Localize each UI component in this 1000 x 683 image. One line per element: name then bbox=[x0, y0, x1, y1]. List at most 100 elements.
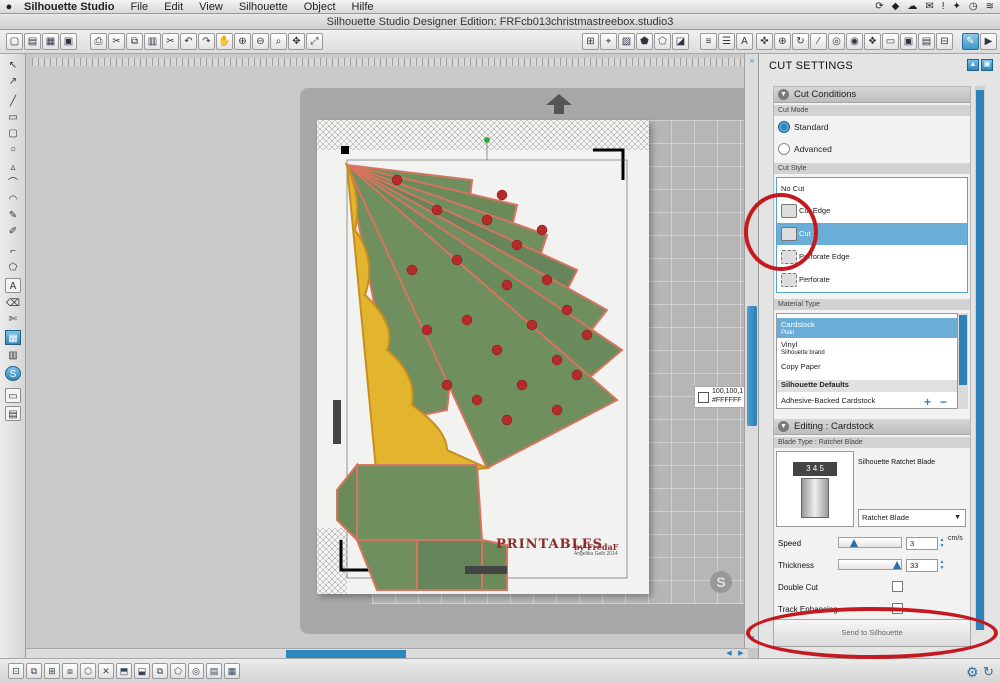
menu-app[interactable]: Silhouette Studio bbox=[16, 1, 122, 13]
menu-file[interactable]: File bbox=[122, 1, 156, 13]
christmas-tree-box-design[interactable] bbox=[317, 120, 649, 594]
smooth-freehand-tool-icon[interactable]: ✐ bbox=[5, 224, 21, 239]
page-setup-icon[interactable]: ▭ bbox=[882, 33, 899, 50]
apple-icon[interactable]: ● bbox=[2, 1, 16, 13]
cut-settings-active-icon[interactable]: ✎ bbox=[962, 33, 979, 50]
pointer-tool-icon[interactable]: ↖ bbox=[5, 58, 21, 73]
wifi-icon[interactable]: ≋ bbox=[986, 1, 994, 12]
pan-hand-icon[interactable]: ✋ bbox=[216, 33, 233, 50]
group-icon[interactable]: ⧉ bbox=[26, 663, 42, 679]
library-view-icon[interactable]: ▥ bbox=[5, 348, 21, 363]
editing-header[interactable]: ▼ Editing : Cardstock bbox=[774, 419, 970, 435]
refresh-icon[interactable]: ↻ bbox=[983, 664, 994, 680]
app-tray-icon[interactable]: ✦ bbox=[952, 1, 960, 12]
zoom-in-icon[interactable]: ⊕ bbox=[234, 33, 251, 50]
cut-icon[interactable]: ▤ bbox=[918, 33, 935, 50]
horizontal-scroll-thumb[interactable] bbox=[286, 650, 406, 658]
material-scroll-thumb[interactable] bbox=[959, 315, 967, 385]
collapse-triangle-icon[interactable]: ▼ bbox=[778, 89, 789, 100]
remove-material-button[interactable]: − bbox=[940, 395, 947, 409]
menu-silhouette[interactable]: Silhouette bbox=[231, 1, 296, 13]
curve-tool-icon[interactable]: ⌒ bbox=[5, 176, 21, 191]
settings-gear-icon[interactable]: ⚙ bbox=[966, 664, 979, 681]
copy-icon[interactable]: ⧉ bbox=[126, 33, 143, 50]
clock-icon[interactable]: ◷ bbox=[969, 1, 978, 12]
material-vinyl[interactable]: Vinyl Silhouette brand bbox=[777, 340, 957, 360]
alert-icon[interactable]: ! bbox=[942, 1, 945, 12]
fill-icon[interactable]: ▧ bbox=[618, 33, 635, 50]
line-style-icon[interactable]: ≡ bbox=[700, 33, 717, 50]
rectangle-tool-icon[interactable]: ▭ bbox=[5, 110, 21, 125]
scroll-left-icon[interactable]: ◀ bbox=[724, 649, 734, 658]
bezier-tool-icon[interactable]: ⌐ bbox=[5, 244, 21, 259]
trace-icon[interactable]: ◉ bbox=[846, 33, 863, 50]
line-color-icon[interactable]: ☰ bbox=[718, 33, 735, 50]
panel-scroll-thumb[interactable] bbox=[976, 90, 984, 630]
advanced-radio[interactable] bbox=[778, 143, 790, 155]
add-material-button[interactable]: + bbox=[924, 395, 931, 409]
cut-style-no-cut[interactable]: No Cut bbox=[777, 178, 967, 200]
speed-slider[interactable] bbox=[838, 537, 902, 548]
polygon-tool-icon[interactable]: ▵ bbox=[5, 160, 21, 175]
thickness-spinner-icon[interactable]: ▲ ▼ bbox=[939, 559, 945, 571]
speed-spinner-icon[interactable]: ▲ ▼ bbox=[939, 537, 945, 549]
ungroup-icon[interactable]: ⊞ bbox=[44, 663, 60, 679]
menu-object[interactable]: Object bbox=[296, 1, 344, 13]
knife-icon[interactable]: ⁄ bbox=[810, 33, 827, 50]
blade-select[interactable]: Ratchet Blade ▼ bbox=[858, 509, 966, 527]
text-style-icon[interactable]: A bbox=[736, 33, 753, 50]
grid-icon[interactable]: ⊞ bbox=[582, 33, 599, 50]
open-folder-icon[interactable]: ▤ bbox=[24, 33, 41, 50]
layout-toggle-icon[interactable]: ▤ bbox=[5, 406, 21, 421]
fill-tool-bottom-icon[interactable]: ▦ bbox=[224, 663, 240, 679]
panel-toggle-icon[interactable]: ▭ bbox=[5, 388, 21, 403]
pentagon-outline-icon[interactable]: ⬠ bbox=[654, 33, 671, 50]
offset-icon-bottom[interactable]: ◎ bbox=[188, 663, 204, 679]
sync-icon[interactable]: ⟳ bbox=[875, 1, 883, 12]
save-icon[interactable]: ▣ bbox=[60, 33, 77, 50]
offset-icon[interactable]: ◎ bbox=[828, 33, 845, 50]
speed-input[interactable]: 3 bbox=[906, 537, 938, 550]
scissors-icon[interactable]: ✂ bbox=[162, 33, 179, 50]
compound-path-icon[interactable]: ⧈ bbox=[62, 663, 78, 679]
transform-icon[interactable]: ✜ bbox=[756, 33, 773, 50]
notification-icon[interactable]: ✉ bbox=[925, 1, 933, 12]
dropbox-icon[interactable]: ◆ bbox=[892, 1, 900, 12]
panel-collapse-icon[interactable]: ▲ bbox=[967, 59, 979, 71]
panel-scrollbar[interactable] bbox=[975, 86, 985, 630]
scroll-right-icon[interactable]: ▶ bbox=[736, 649, 746, 658]
replicate-icon[interactable]: ⊕ bbox=[774, 33, 791, 50]
arc-tool-icon[interactable]: ◠ bbox=[5, 192, 21, 207]
canvas-workspace[interactable]: PRINTABLES by FredaF Angelika Gelb 2014 … bbox=[26, 54, 744, 648]
send-icon[interactable]: ▶ bbox=[980, 33, 997, 50]
workspace-vertical-scrollbar[interactable]: » ▼ bbox=[744, 54, 758, 648]
collapse-triangle-icon[interactable]: ▼ bbox=[778, 421, 789, 432]
panel-maximize-icon[interactable]: ▣ bbox=[981, 59, 993, 71]
bring-forward-icon[interactable]: ⬒ bbox=[116, 663, 132, 679]
material-scrollbar[interactable] bbox=[958, 313, 968, 409]
library-icon[interactable]: ▦ bbox=[42, 33, 59, 50]
thickness-input[interactable]: 33 bbox=[906, 559, 938, 572]
store-view-icon[interactable]: S bbox=[5, 366, 21, 381]
workspace-horizontal-scrollbar[interactable]: ◀ ▶ bbox=[26, 648, 748, 658]
send-backward-icon[interactable]: ⬓ bbox=[134, 663, 150, 679]
cut-style-perforate[interactable]: Perforate bbox=[777, 269, 967, 291]
cloud-icon[interactable]: ☁ bbox=[907, 1, 917, 12]
cut-conditions-header[interactable]: ▼ Cut Conditions bbox=[774, 87, 970, 103]
store-icon[interactable]: ⊟ bbox=[936, 33, 953, 50]
layer-icon[interactable]: ▤ bbox=[206, 663, 222, 679]
registration-icon[interactable]: ▣ bbox=[900, 33, 917, 50]
standard-radio[interactable] bbox=[778, 121, 790, 133]
edit-points-tool-icon[interactable]: ↗ bbox=[5, 74, 21, 89]
eraser-tool-icon[interactable]: ⌫ bbox=[5, 296, 21, 311]
print-icon[interactable]: ⎙ bbox=[90, 33, 107, 50]
scroll-up-icon[interactable]: » bbox=[747, 56, 757, 66]
zoom-out-icon[interactable]: ⊖ bbox=[252, 33, 269, 50]
line-tool-icon[interactable]: ╱ bbox=[5, 94, 21, 109]
double-cut-checkbox[interactable] bbox=[892, 581, 903, 592]
paste-icon[interactable]: ▥ bbox=[144, 33, 161, 50]
pentagon-tool-icon[interactable]: ⬠ bbox=[5, 260, 21, 275]
menu-help[interactable]: Hilfe bbox=[344, 1, 382, 13]
text-tool-icon[interactable]: A bbox=[5, 278, 21, 293]
move-icon[interactable]: ✥ bbox=[288, 33, 305, 50]
